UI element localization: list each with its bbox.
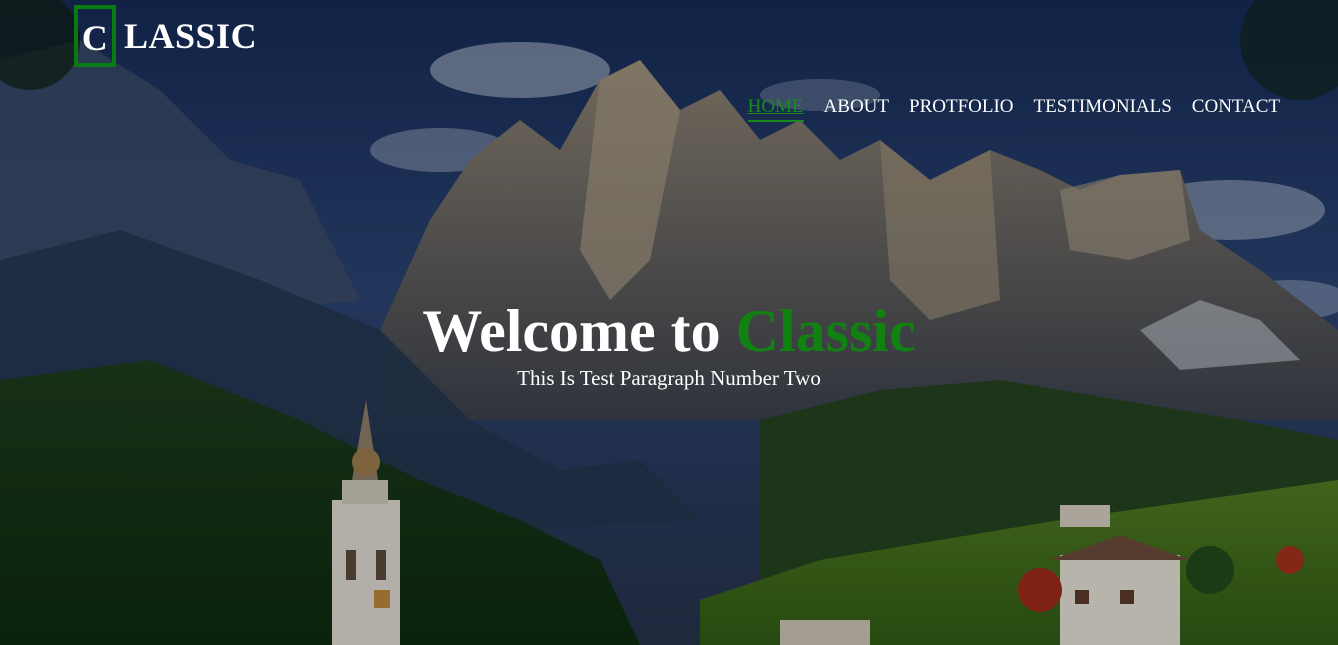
hero-section: C LASSIC HOME ABOUT PROTFOLIO TESTIMONIA… [0, 0, 1338, 645]
hero-heading-prefix: Welcome to [422, 298, 721, 364]
nav-item-testimonials[interactable]: TESTIMONIALS [1034, 96, 1172, 122]
logo-text: LASSIC [124, 16, 258, 56]
hero-heading: Welcome to Classic [0, 296, 1338, 366]
nav-item-home[interactable]: HOME [747, 96, 804, 122]
logo[interactable]: C LASSIC [74, 5, 257, 67]
logo-boxed-letter: C [74, 5, 116, 67]
hero-heading-accent: Classic [735, 298, 916, 364]
nav-item-about[interactable]: ABOUT [824, 96, 889, 122]
main-nav: HOME ABOUT PROTFOLIO TESTIMONIALS CONTAC… [747, 96, 1280, 122]
hero-subtitle: This Is Test Paragraph Number Two [517, 366, 821, 390]
nav-item-contact[interactable]: CONTACT [1192, 96, 1280, 122]
nav-item-portfolio[interactable]: PROTFOLIO [909, 96, 1014, 122]
